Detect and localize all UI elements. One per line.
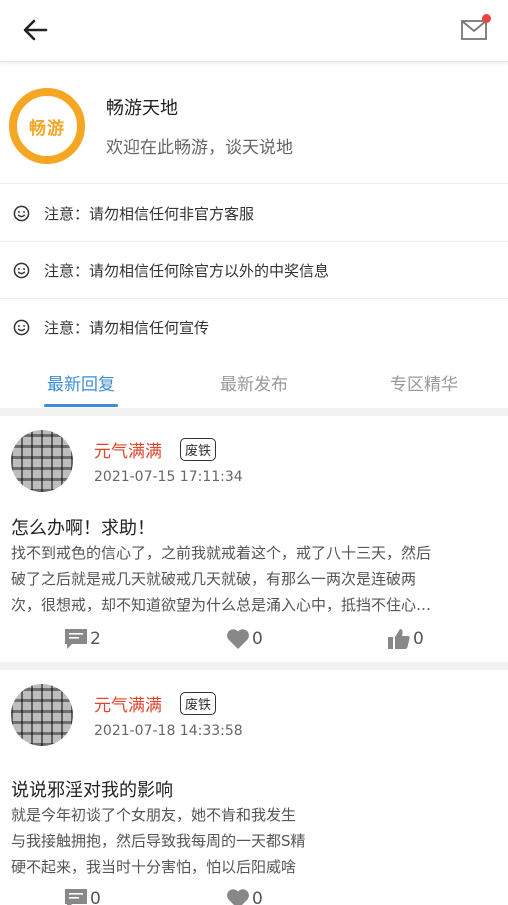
rank-badge: 废铁 <box>180 438 217 461</box>
rank-badge: 废铁 <box>180 692 217 715</box>
text-fade-overlay <box>338 800 508 880</box>
forum-name: 畅游天地 <box>106 98 178 119</box>
comment-icon <box>65 629 87 649</box>
heart-icon <box>227 889 249 905</box>
notice-item[interactable]: 注意：请勿相信任何除官方以外的中奖信息 <box>0 242 508 299</box>
comment-icon <box>65 889 87 905</box>
thumbs-up-count: 0 <box>413 629 424 649</box>
comment-count: 2 <box>90 629 101 649</box>
post-title[interactable]: 说说邪淫对我的影响 <box>11 776 173 802</box>
thumbs-up-button[interactable]: 0 <box>387 628 424 650</box>
post-time: 2021-07-15 17:11:34 <box>94 469 243 485</box>
forum-description: 欢迎在此畅游，谈天说地 <box>106 138 293 158</box>
post-body-line: 找不到戒色的信心了，之前我就戒着这个，戒了八十三天，然后 <box>11 544 432 562</box>
heart-icon <box>227 629 249 649</box>
post-time: 2021-07-18 14:33:58 <box>94 723 243 739</box>
logo-text: 畅游 <box>29 118 65 139</box>
avatar[interactable] <box>11 684 73 746</box>
active-tab-indicator <box>44 404 118 407</box>
tab-latest-reply[interactable]: 最新回复 <box>11 370 151 395</box>
thumbs-up-icon <box>388 629 410 649</box>
avatar[interactable] <box>11 430 73 492</box>
notice-item[interactable]: 注意：请勿相信任何非官方客服 <box>0 185 508 242</box>
smiley-icon <box>13 205 30 221</box>
post-body-line: 次，很想戒，却不知道欲望为什么总是涌入心中，抵挡不住心… <box>11 596 432 614</box>
notice-text: 注意：请勿相信任何非官方客服 <box>44 204 255 223</box>
top-bar <box>0 0 508 62</box>
like-count: 0 <box>252 629 263 649</box>
smiley-icon <box>13 319 30 336</box>
comment-count: 0 <box>90 889 101 905</box>
arrow-left-icon <box>23 19 48 41</box>
post-card[interactable]: 元气满满 废铁 2021-07-18 14:33:58 说说邪淫对我的影响 就是… <box>0 662 508 905</box>
notice-text: 注意：请勿相信任何宣传 <box>44 319 210 337</box>
like-button[interactable]: 0 <box>226 888 263 905</box>
notification-dot <box>482 14 491 23</box>
post-card[interactable]: 元气满满 废铁 2021-07-15 17:11:34 怎么办啊！求助！ 找不到… <box>0 408 508 662</box>
post-body[interactable]: 找不到戒色的信心了，之前我就戒着这个，戒了八十三天，然后 破了之后就是戒几天就破… <box>11 540 497 618</box>
back-button[interactable] <box>20 14 52 46</box>
forum-header: 畅游 畅游天地 欢迎在此畅游，谈天说地 <box>0 66 508 184</box>
forum-logo: 畅游 <box>9 88 85 164</box>
tab-bar: 最新回复 最新发布 专区精华 <box>0 360 508 408</box>
post-body-line: 破了之后就是戒几天就破戒几天就破，有那么一两次是连破两 <box>11 570 417 588</box>
smiley-icon <box>13 262 30 278</box>
author-name[interactable]: 元气满满 <box>94 691 162 716</box>
like-count: 0 <box>252 889 263 905</box>
like-button[interactable]: 0 <box>226 628 263 650</box>
comment-button[interactable]: 2 <box>64 628 101 650</box>
post-title[interactable]: 怎么办啊！求助！ <box>11 514 155 540</box>
post-feed: 元气满满 废铁 2021-07-15 17:11:34 怎么办啊！求助！ 找不到… <box>0 408 508 905</box>
notice-item[interactable]: 注意：请勿相信任何宣传 <box>0 299 508 356</box>
tab-latest-post[interactable]: 最新发布 <box>184 370 324 395</box>
notice-text: 注意：请勿相信任何除官方以外的中奖信息 <box>44 261 330 280</box>
tab-featured[interactable]: 专区精华 <box>354 370 494 395</box>
author-name[interactable]: 元气满满 <box>94 437 162 462</box>
comment-button[interactable]: 0 <box>64 888 101 905</box>
messages-button[interactable] <box>460 14 492 44</box>
